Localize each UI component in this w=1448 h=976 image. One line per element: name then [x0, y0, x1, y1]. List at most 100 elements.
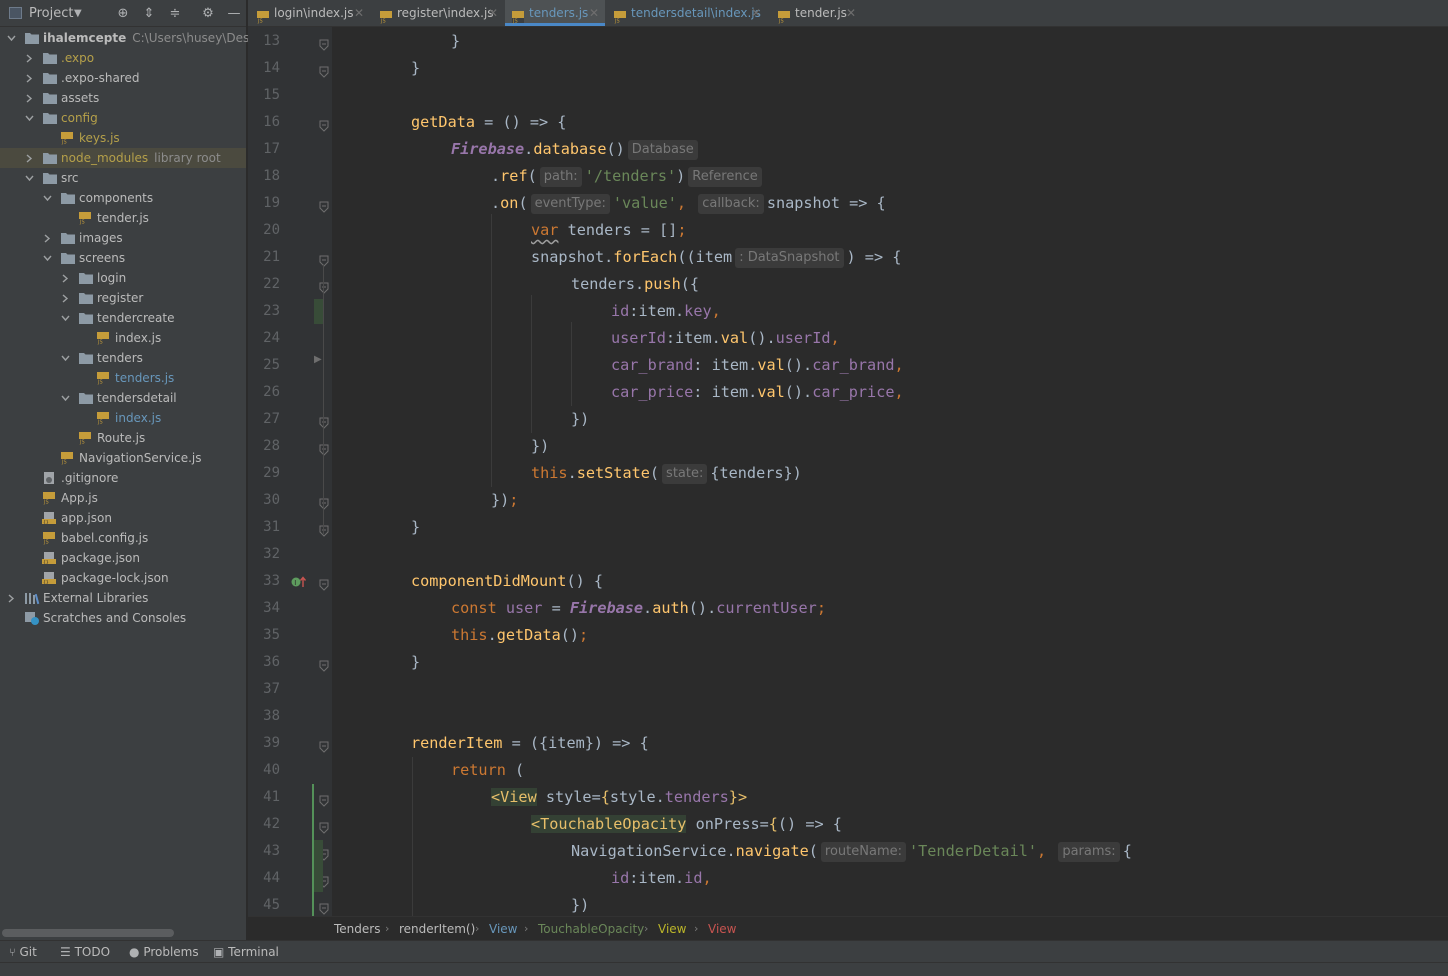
- chevron-right-icon[interactable]: [61, 294, 69, 303]
- tree-item[interactable]: .expo-shared: [0, 68, 246, 88]
- chevron-down-icon[interactable]: [43, 194, 52, 202]
- tree-item[interactable]: config: [0, 108, 246, 128]
- tree-item[interactable]: .expo: [0, 48, 246, 68]
- tree-item[interactable]: assets: [0, 88, 246, 108]
- fold-marker-icon[interactable]: [319, 792, 329, 807]
- code-line[interactable]: }): [571, 406, 589, 433]
- close-icon[interactable]: ✕: [751, 0, 761, 27]
- code-line[interactable]: .ref(path: '/tenders') Reference: [491, 163, 765, 190]
- tree-item[interactable]: tendersdetail: [0, 388, 246, 408]
- editor-tab[interactable]: JS tender.js ✕: [777, 0, 862, 26]
- tree-item[interactable]: JS keys.js: [0, 128, 246, 148]
- code-line[interactable]: userId:item.val().userId,: [611, 325, 840, 352]
- fold-marker-icon[interactable]: [319, 522, 329, 537]
- code-line[interactable]: this.setState(state: {tenders}): [531, 460, 802, 487]
- code-editor[interactable]: 13 14 15 16 17 18 19 20 21 22 23 24 25 26 27 28 29 30 31 32…: [248, 27, 1448, 916]
- tree-item[interactable]: .gitignore: [0, 468, 246, 488]
- tree-item[interactable]: ihalemcepte C:\Users\husey\Desktop\: [0, 28, 280, 48]
- tree-item[interactable]: JS App.js: [0, 488, 246, 508]
- chevron-down-icon[interactable]: [61, 314, 70, 322]
- fold-marker-icon[interactable]: [319, 36, 329, 51]
- breadcrumb-item[interactable]: View: [489, 917, 517, 941]
- code-line[interactable]: .on(eventType:'value', callback: snapshot…: [491, 190, 886, 217]
- tree-item[interactable]: components: [0, 188, 246, 208]
- tree-item[interactable]: JS babel.config.js: [0, 528, 246, 548]
- editor-tab[interactable]: JS register\index.js ✕: [379, 0, 504, 26]
- breadcrumb-item[interactable]: renderItem(): [399, 917, 475, 941]
- fold-marker-icon[interactable]: [319, 738, 329, 753]
- code-line[interactable]: }: [411, 514, 420, 541]
- override-method-icon[interactable]: I: [291, 574, 307, 588]
- code-line[interactable]: componentDidMount() {: [411, 568, 603, 595]
- chevron-right-icon[interactable]: [61, 274, 69, 283]
- code-line[interactable]: }): [531, 433, 549, 460]
- tree-item[interactable]: JS tenders.js: [0, 368, 246, 388]
- code-line[interactable]: <View style={style.tenders}>: [491, 784, 747, 811]
- breadcrumb-item[interactable]: TouchableOpacity: [538, 917, 644, 941]
- code-line[interactable]: });: [491, 487, 518, 514]
- horizontal-scrollbar[interactable]: [2, 929, 174, 937]
- chevron-down-icon[interactable]: [25, 114, 34, 122]
- fold-marker-icon[interactable]: [319, 63, 329, 78]
- code-line[interactable]: }: [411, 55, 420, 82]
- code-line[interactable]: const user = Firebase.auth().currentUser…: [451, 595, 826, 622]
- code-line[interactable]: id:item.id,: [611, 865, 712, 892]
- chevron-down-icon[interactable]: [7, 34, 16, 42]
- fold-marker-icon[interactable]: [319, 900, 329, 915]
- fold-marker-icon[interactable]: [319, 495, 329, 510]
- chevron-right-icon[interactable]: [25, 94, 33, 103]
- tree-item[interactable]: JS tender.js: [0, 208, 246, 228]
- close-icon[interactable]: ✕: [846, 0, 856, 27]
- breadcrumb-item[interactable]: View: [658, 917, 686, 941]
- close-icon[interactable]: ✕: [354, 0, 364, 27]
- fold-marker-icon[interactable]: [319, 657, 329, 672]
- tree-item[interactable]: JS index.js: [0, 408, 246, 428]
- tree-item[interactable]: register: [0, 288, 246, 308]
- fold-marker-icon[interactable]: [319, 279, 329, 294]
- chevron-right-icon[interactable]: [7, 594, 15, 603]
- code-line[interactable]: return (: [451, 757, 524, 784]
- tree-item[interactable]: src: [0, 168, 246, 188]
- expand-all-icon[interactable]: ⇕: [142, 7, 156, 21]
- vcs-change-marker[interactable]: [314, 299, 323, 324]
- tree-item[interactable]: {} app.json: [0, 508, 246, 528]
- chevron-right-icon[interactable]: [43, 234, 51, 243]
- code-line[interactable]: }: [411, 649, 420, 676]
- chevron-down-icon[interactable]: [43, 254, 52, 262]
- tree-item[interactable]: External Libraries: [0, 588, 246, 608]
- fold-marker-icon[interactable]: [319, 117, 329, 132]
- close-icon[interactable]: ✕: [488, 0, 498, 27]
- chevron-down-icon[interactable]: [61, 394, 70, 402]
- fold-marker-icon[interactable]: [319, 252, 329, 267]
- close-icon[interactable]: ✕: [589, 0, 599, 27]
- chevron-down-icon[interactable]: ▼: [74, 0, 82, 27]
- tree-item[interactable]: node_modules library root: [0, 148, 246, 168]
- tree-item[interactable]: JS Route.js: [0, 428, 246, 448]
- tree-item[interactable]: tenders: [0, 348, 246, 368]
- code-line[interactable]: tenders.push({: [571, 271, 699, 298]
- chevron-right-icon[interactable]: [25, 154, 33, 163]
- minimize-icon[interactable]: —: [227, 7, 241, 21]
- code-line[interactable]: this.getData();: [451, 622, 588, 649]
- code-line[interactable]: NavigationService.navigate(routeName: 'Te…: [571, 838, 1132, 865]
- collapsed-region-icon[interactable]: ▶: [314, 354, 322, 365]
- tree-item[interactable]: {} package.json: [0, 548, 246, 568]
- tree-item[interactable]: {} package-lock.json: [0, 568, 246, 588]
- tree-item[interactable]: JS NavigationService.js: [0, 448, 246, 468]
- editor-tab[interactable]: JS login\index.js ✕: [256, 0, 370, 26]
- tree-item[interactable]: images: [0, 228, 246, 248]
- code-line[interactable]: renderItem = ({item}) => {: [411, 730, 649, 757]
- code-line[interactable]: <TouchableOpacity onPress={() => {: [531, 811, 842, 838]
- tree-item[interactable]: JS index.js: [0, 328, 246, 348]
- project-view-selector[interactable]: Project: [29, 0, 73, 27]
- fold-marker-icon[interactable]: [319, 198, 329, 213]
- code-line[interactable]: getData = () => {: [411, 109, 566, 136]
- chevron-down-icon[interactable]: [61, 354, 70, 362]
- git-tool-button[interactable]: ⑂ Git: [9, 941, 37, 964]
- fold-marker-icon[interactable]: [319, 819, 329, 834]
- fold-marker-icon[interactable]: [319, 441, 329, 456]
- code-line[interactable]: car_brand: item.val().car_brand,: [611, 352, 904, 379]
- tree-item[interactable]: Scratches and Consoles: [0, 608, 246, 628]
- chevron-down-icon[interactable]: [25, 174, 34, 182]
- code-line[interactable]: id:item.key,: [611, 298, 721, 325]
